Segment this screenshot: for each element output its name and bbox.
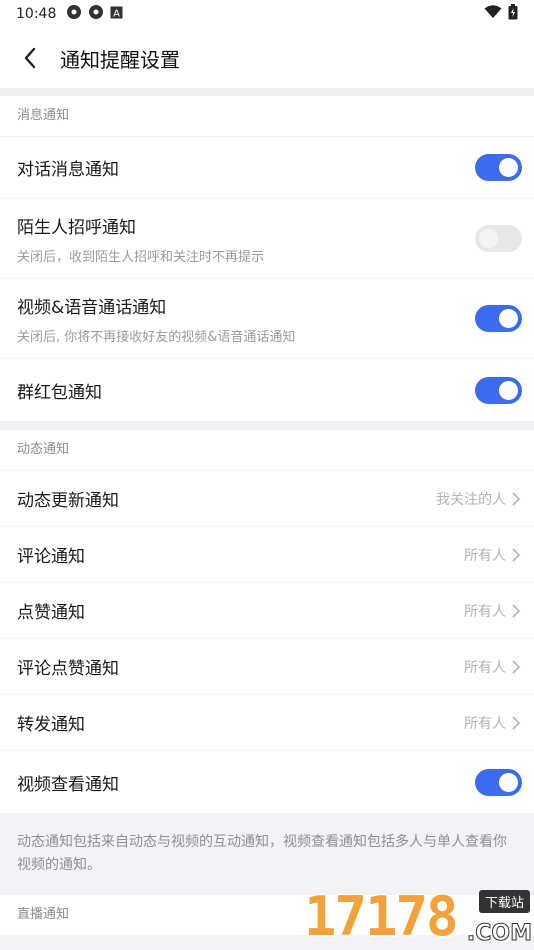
chevron-right-icon <box>512 715 521 730</box>
back-chevron-icon <box>24 47 36 69</box>
watermark-suffix: .COM <box>466 921 532 947</box>
row-value: 所有人 <box>464 603 506 620</box>
row-comment-like-notification[interactable]: 评论点赞通知 所有人 <box>0 639 534 695</box>
row-label: 转发通知 <box>17 715 85 735</box>
row-video-view-notification[interactable]: 视频查看通知 <box>0 751 534 813</box>
row-value: 所有人 <box>464 547 506 564</box>
row-group-red-packet-notification[interactable]: 群红包通知 <box>0 359 534 421</box>
battery-icon <box>508 4 518 24</box>
watermark-badge: 下载站 <box>478 890 530 913</box>
section-divider <box>0 421 534 430</box>
app-header: 通知提醒设置 <box>0 28 534 88</box>
toggle-stranger-greeting[interactable] <box>475 225 522 252</box>
section-divider <box>0 88 534 96</box>
toggle-video-view[interactable] <box>475 768 522 796</box>
status-bar: 10:48 A <box>0 0 534 28</box>
watermark-digits: 17178 <box>304 885 459 948</box>
wifi-icon <box>484 5 502 23</box>
back-button[interactable] <box>0 28 60 88</box>
chevron-right-icon <box>512 491 521 506</box>
toggle-chat-message[interactable] <box>475 154 522 181</box>
row-label: 对话消息通知 <box>17 160 119 180</box>
row-video-voice-call-notification[interactable]: 视频&语音通话通知 关闭后, 你将不再接收好友的视频&语音通话通知 <box>0 279 534 359</box>
row-like-notification[interactable]: 点赞通知 所有人 <box>0 583 534 639</box>
row-label: 评论通知 <box>17 547 85 567</box>
row-value: 我关注的人 <box>436 491 506 508</box>
status-time: 10:48 <box>16 6 57 22</box>
row-sublabel: 关闭后, 你将不再接收好友的视频&语音通话通知 <box>17 329 296 345</box>
toggle-group-red-packet[interactable] <box>475 376 522 404</box>
chevron-right-icon <box>512 603 521 618</box>
section-label-message: 消息通知 <box>0 96 534 137</box>
row-label: 视频&语音通话通知 <box>17 297 167 318</box>
site-watermark-logo: 17178 下载站 .COM <box>304 885 534 950</box>
row-sublabel: 关闭后，收到陌生人招呼和关注时不再提示 <box>17 249 265 265</box>
row-chat-message-notification[interactable]: 对话消息通知 <box>0 137 534 199</box>
chevron-right-icon <box>512 547 521 562</box>
row-label: 陌生人招呼通知 <box>17 217 136 238</box>
toggle-video-voice-call[interactable] <box>475 305 522 332</box>
row-repost-notification[interactable]: 转发通知 所有人 <box>0 695 534 751</box>
row-label: 视频查看通知 <box>17 774 119 795</box>
app-icon <box>88 4 104 24</box>
row-label: 评论点赞通知 <box>17 659 119 679</box>
row-comment-notification[interactable]: 评论通知 所有人 <box>0 527 534 583</box>
row-label: 点赞通知 <box>17 603 85 623</box>
android-icon: A <box>110 6 123 23</box>
section-label-dynamic: 动态通知 <box>0 430 534 471</box>
row-stranger-greeting-notification[interactable]: 陌生人招呼通知 关闭后，收到陌生人招呼和关注时不再提示 <box>0 199 534 279</box>
row-value: 所有人 <box>464 659 506 676</box>
svg-text:A: A <box>113 8 120 19</box>
page-title: 通知提醒设置 <box>60 47 180 72</box>
row-label: 动态更新通知 <box>17 491 119 511</box>
row-value: 所有人 <box>464 715 506 732</box>
row-dynamic-update-notification[interactable]: 动态更新通知 我关注的人 <box>0 471 534 527</box>
chevron-right-icon <box>512 659 521 674</box>
row-label: 群红包通知 <box>17 382 102 403</box>
dynamic-notification-note: 动态通知包括来自动态与视频的互动通知，视频查看通知包括多人与单人查看你视频的通知… <box>0 813 534 895</box>
app-icon <box>66 4 82 24</box>
